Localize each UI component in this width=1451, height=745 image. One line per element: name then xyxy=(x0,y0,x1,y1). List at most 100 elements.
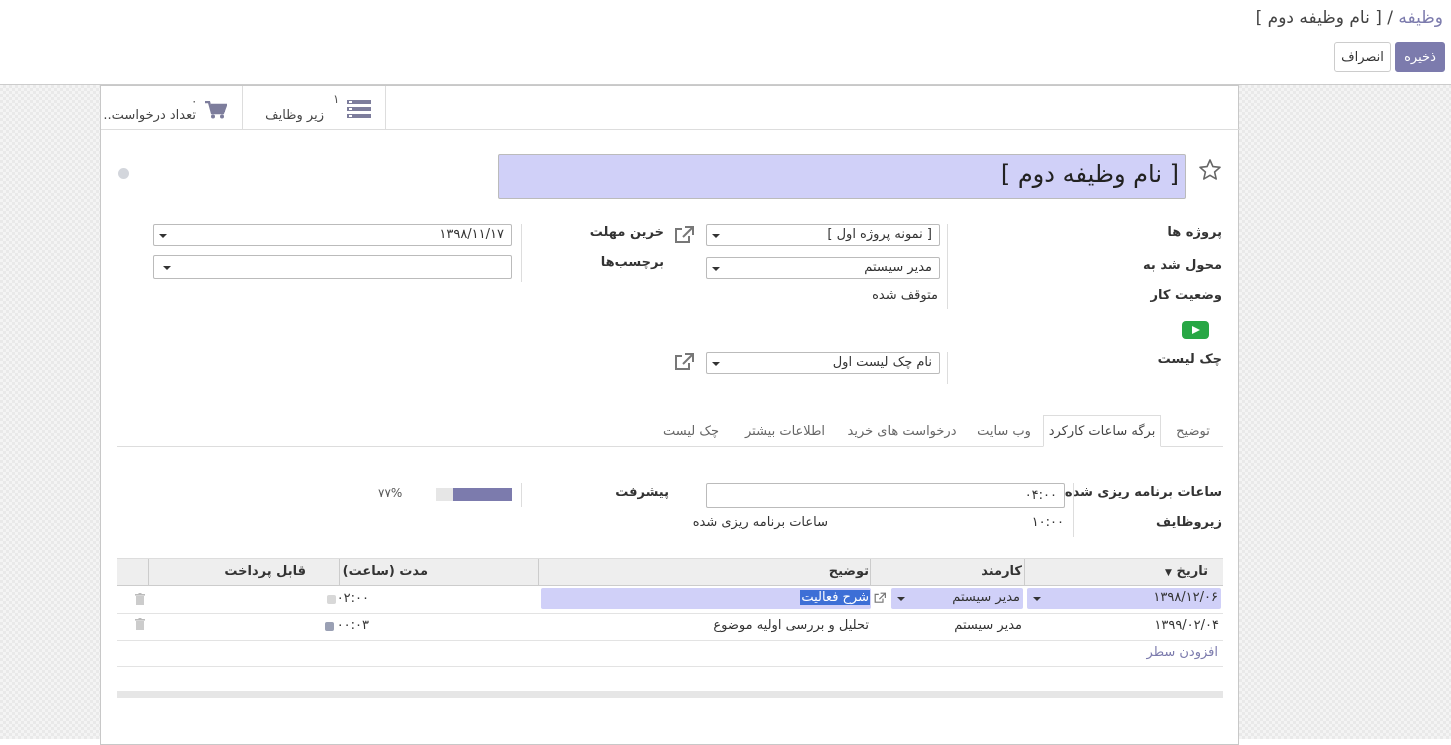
table-row[interactable]: ۱۳۹۹/۰۲/۰۴ مدیر سیستم تحلیل و بررسی اولی… xyxy=(117,614,1223,640)
planned-hours-field[interactable]: ۰۴:۰۰ xyxy=(706,483,1065,508)
assigned-label: محول شد به xyxy=(1143,258,1222,273)
assigned-value: مدیر سیستم xyxy=(864,260,932,275)
divider xyxy=(1073,483,1074,537)
play-icon xyxy=(1192,326,1200,334)
row-employee: مدیر سیستم xyxy=(954,618,1022,633)
column-header-description[interactable]: توضیح xyxy=(829,564,869,579)
cart-icon xyxy=(205,101,227,119)
planned-hours-value: ۰۴:۰۰ xyxy=(1024,488,1057,503)
requests-label: تعداد درخواست.. xyxy=(103,108,196,123)
chevron-down-icon xyxy=(163,266,171,270)
task-title-input[interactable]: [ نام وظیفه دوم ] xyxy=(498,154,1186,199)
breadcrumb-parent-link[interactable]: وظیفه xyxy=(1398,8,1443,28)
chevron-down-icon xyxy=(712,234,720,238)
chevron-down-icon xyxy=(159,234,167,238)
date-input[interactable]: ۱۳۹۸/۱۲/۰۶ xyxy=(1027,588,1221,609)
chevron-down-icon xyxy=(712,267,720,271)
task-title: [ نام وظیفه دوم ] xyxy=(1000,160,1179,188)
progress-bar xyxy=(436,488,512,501)
control-panel: وظیفه / [ نام وظیفه دوم ] ذخیره انصراف xyxy=(0,0,1451,85)
trash-icon[interactable] xyxy=(135,618,145,630)
stage-label: وضعیت کار xyxy=(1150,288,1223,303)
row-description: شرح فعالیت xyxy=(800,590,870,605)
table-row[interactable]: ۱۳۹۸/۱۲/۰۶ مدیر سیستم شرح فعالیت ۰۲:۰۰ xyxy=(117,586,1223,613)
breadcrumb: وظیفه / [ نام وظیفه دوم ] xyxy=(1256,8,1443,28)
tab-timesheet[interactable]: برگه ساعات کارکرد xyxy=(1043,415,1161,447)
subtasks-count: ۱ xyxy=(333,92,340,106)
stage-value: متوقف شده xyxy=(872,288,938,303)
external-link-icon[interactable] xyxy=(674,226,694,244)
description-input[interactable]: شرح فعالیت xyxy=(541,588,871,609)
tab-description[interactable]: توضیح xyxy=(1163,415,1223,447)
subtasks-hours-label: زیروظایف xyxy=(1155,515,1222,530)
row-description: تحلیل و بررسی اولیه موضوع xyxy=(713,618,869,633)
checklist-label: چک لیست xyxy=(1157,352,1222,367)
chevron-down-icon xyxy=(712,362,720,366)
star-icon[interactable] xyxy=(1198,158,1222,182)
planned-hours-label: ساعات برنامه ریزی شده xyxy=(1064,485,1222,500)
trash-icon[interactable] xyxy=(135,593,145,605)
row-date: ۱۳۹۹/۰۲/۰۴ xyxy=(1154,618,1219,633)
subtasks-hours-suffix: ساعات برنامه ریزی شده xyxy=(692,515,828,530)
progress-bar-fill xyxy=(453,488,512,501)
save-button[interactable]: ذخیره xyxy=(1395,42,1445,72)
list-icon xyxy=(347,100,371,118)
row-employee: مدیر سیستم xyxy=(952,590,1020,605)
column-separator xyxy=(148,559,149,586)
column-separator xyxy=(538,559,539,586)
billable-checkbox[interactable] xyxy=(327,595,336,604)
table-footer xyxy=(117,691,1223,698)
checklist-value: نام چک لیست اول xyxy=(832,355,932,370)
deadline-value: ۱۳۹۸/۱۱/۱۷ xyxy=(439,227,504,242)
row-duration: ۰۰:۰۳ xyxy=(336,618,369,633)
deadline-label: خرین مهلت xyxy=(589,225,664,240)
deadline-field[interactable]: ۱۳۹۸/۱۱/۱۷ xyxy=(153,224,512,246)
checklist-field[interactable]: نام چک لیست اول xyxy=(706,352,940,374)
billable-checkbox[interactable] xyxy=(325,622,334,631)
row-duration: ۰۲:۰۰ xyxy=(336,591,369,606)
column-separator xyxy=(339,559,340,586)
column-header-employee[interactable]: کارمند xyxy=(981,564,1022,579)
external-link-icon[interactable] xyxy=(674,353,694,371)
button-box: ۱ زیر وظایف ۰ تعداد درخواست.. xyxy=(101,86,1240,130)
divider xyxy=(521,483,522,507)
breadcrumb-current: [ نام وظیفه دوم ] xyxy=(1255,8,1382,28)
column-header-duration[interactable]: مدت (ساعت) xyxy=(343,564,428,579)
discard-button[interactable]: انصراف xyxy=(1334,42,1391,72)
project-value: [ نمونه پروژه اول ] xyxy=(827,227,932,242)
assigned-field[interactable]: مدیر سیستم xyxy=(706,257,940,279)
table-header: تاریخ ▼ کارمند توضیح مدت (ساعت) قابل پرد… xyxy=(117,558,1223,586)
divider xyxy=(521,224,522,282)
project-label: پروژه ها xyxy=(1167,225,1222,240)
row-divider xyxy=(117,666,1223,667)
add-line-link[interactable]: افزودن سطر xyxy=(1147,645,1218,660)
play-button[interactable] xyxy=(1182,321,1209,339)
row-date: ۱۳۹۸/۱۲/۰۶ xyxy=(1153,590,1218,605)
chevron-down-icon xyxy=(897,597,905,601)
tab-more-info[interactable]: اطلاعات بیشتر xyxy=(735,415,835,447)
project-field[interactable]: [ نمونه پروژه اول ] xyxy=(706,224,940,246)
progress-label: پیشرفت xyxy=(615,485,669,500)
chevron-down-icon xyxy=(1033,597,1041,601)
tab-website[interactable]: وب سایت xyxy=(969,415,1039,447)
tab-checklist[interactable]: چک لیست xyxy=(651,415,731,447)
tags-label: برچسب‌ها xyxy=(600,255,664,270)
kanban-state-dot[interactable] xyxy=(118,168,129,179)
tab-purchase-requests[interactable]: درخواست های خرید xyxy=(837,415,967,447)
requests-stat-button[interactable]: ۰ تعداد درخواست.. xyxy=(101,86,243,129)
requests-count: ۰ xyxy=(191,94,198,108)
column-separator xyxy=(1024,559,1025,586)
tags-field[interactable] xyxy=(153,255,512,279)
column-separator xyxy=(870,559,871,586)
column-header-billable[interactable]: قابل پرداخت xyxy=(224,564,306,579)
external-link-icon[interactable] xyxy=(874,592,886,604)
subtasks-hours-value: ۱۰:۰۰ xyxy=(1031,515,1064,530)
subtasks-stat-button[interactable]: ۱ زیر وظایف xyxy=(243,86,386,129)
employee-input[interactable]: مدیر سیستم xyxy=(891,588,1023,609)
column-header-date[interactable]: تاریخ ▼ xyxy=(1165,564,1208,579)
row-divider xyxy=(117,640,1223,641)
divider xyxy=(947,224,948,309)
subtasks-label: زیر وظایف xyxy=(265,108,324,123)
form-sheet: ۱ زیر وظایف ۰ تعداد درخواست.. [ نام وظیف… xyxy=(100,85,1240,745)
progress-value: ۷۷% xyxy=(378,486,403,500)
